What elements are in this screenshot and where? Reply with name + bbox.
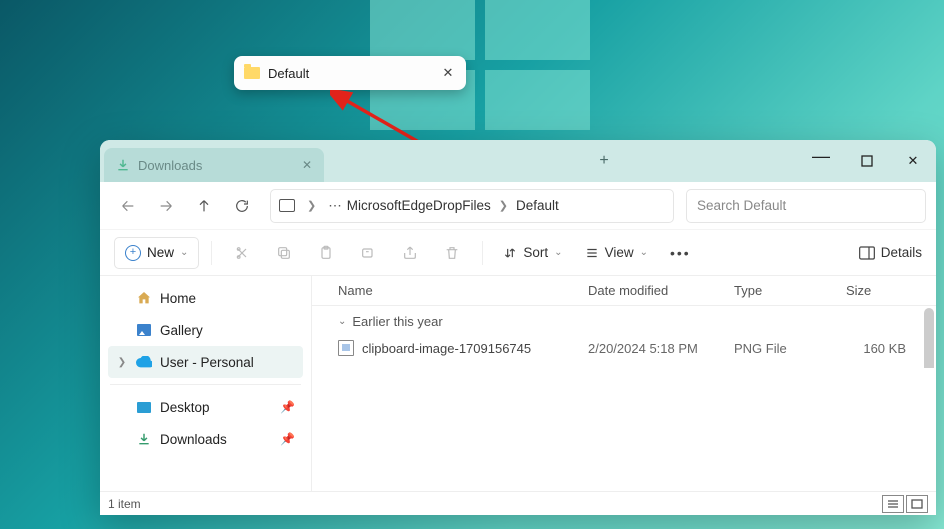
copy-button[interactable] (266, 237, 302, 269)
desktop-icon (136, 399, 152, 415)
file-list: Name Date modified Type Size ⌄ Earlier t… (312, 276, 936, 491)
share-button[interactable] (392, 237, 428, 269)
col-date[interactable]: Date modified (588, 283, 734, 298)
nav-home[interactable]: Home (108, 282, 303, 314)
col-type[interactable]: Type (734, 283, 846, 298)
sort-button[interactable]: Sort ⌄ (495, 237, 570, 269)
nav-downloads[interactable]: Downloads 📌 (108, 423, 303, 455)
chevron-down-icon: ⌄ (180, 247, 188, 258)
file-name: clipboard-image-1709156745 (362, 341, 531, 356)
new-button[interactable]: + New ⌄ (114, 237, 199, 269)
overflow-ellipsis[interactable]: ⋯ (328, 198, 343, 214)
group-header[interactable]: ⌄ Earlier this year (312, 306, 936, 333)
breadcrumb-seg[interactable]: MicrosoftEdgeDropFiles (347, 198, 491, 213)
nav-gallery[interactable]: Gallery (108, 314, 303, 346)
thumbnails-view-button[interactable] (906, 495, 928, 513)
paste-button[interactable] (308, 237, 344, 269)
minimize-button[interactable]: — (798, 140, 844, 177)
pin-icon[interactable]: 📌 (280, 432, 295, 446)
sort-icon (503, 246, 517, 260)
onedrive-icon (136, 354, 152, 370)
pin-icon[interactable]: 📌 (280, 400, 295, 414)
address-bar: ❯ ⋯ MicrosoftEdgeDropFiles ❯ Default Sea… (100, 182, 936, 230)
details-pane-button[interactable]: Details (859, 245, 922, 260)
maximize-button[interactable] (844, 140, 890, 182)
chevron-right-icon: ❯ (116, 357, 128, 368)
nav-user-personal[interactable]: ❯ User - Personal (108, 346, 303, 378)
close-button[interactable]: ✕ (890, 140, 936, 182)
view-button[interactable]: View ⌄ (577, 237, 656, 269)
chevron-right-icon: ❯ (499, 199, 508, 212)
back-button[interactable] (110, 188, 146, 224)
pc-icon (279, 199, 295, 212)
folder-icon (244, 67, 260, 79)
search-placeholder: Search Default (697, 198, 786, 213)
close-icon[interactable]: ✕ (440, 65, 456, 81)
item-count: 1 item (108, 497, 141, 511)
breadcrumb-seg[interactable]: Default (516, 198, 559, 213)
status-bar: 1 item (100, 491, 936, 515)
gallery-icon (136, 322, 152, 338)
col-size[interactable]: Size (846, 283, 936, 298)
home-icon (136, 290, 152, 306)
new-tab-button[interactable]: + (584, 140, 624, 182)
list-icon (585, 246, 599, 260)
toolbar: + New ⌄ Sort ⌄ View ⌄ ••• Details (100, 230, 936, 276)
delete-button[interactable] (434, 237, 470, 269)
chevron-down-icon: ⌄ (338, 316, 346, 327)
rename-button[interactable] (350, 237, 386, 269)
nav-desktop[interactable]: Desktop 📌 (108, 391, 303, 423)
column-headers[interactable]: Name Date modified Type Size (312, 276, 936, 306)
up-button[interactable] (186, 188, 222, 224)
file-row[interactable]: clipboard-image-1709156745 2/20/2024 5:1… (312, 333, 936, 363)
chevron-right-icon: ❯ (307, 199, 316, 212)
forward-button[interactable] (148, 188, 184, 224)
file-date: 2/20/2024 5:18 PM (588, 341, 734, 356)
more-button[interactable]: ••• (662, 245, 699, 261)
tab-downloads[interactable]: Downloads ✕ (104, 148, 324, 182)
dragged-tab-label: Default (268, 66, 309, 81)
refresh-button[interactable] (224, 188, 260, 224)
tab-label: Downloads (138, 158, 202, 173)
dragged-tab[interactable]: Default ✕ (234, 56, 466, 90)
details-icon (859, 246, 875, 260)
navigation-pane: Home Gallery ❯ User - Personal Desktop 📌 (100, 276, 312, 491)
close-icon[interactable]: ✕ (302, 158, 312, 172)
search-input[interactable]: Search Default (686, 189, 926, 223)
details-view-button[interactable] (882, 495, 904, 513)
file-type: PNG File (734, 341, 846, 356)
download-icon (136, 431, 152, 447)
titlebar: Downloads ✕ + — ✕ (100, 140, 936, 182)
breadcrumb[interactable]: ❯ ⋯ MicrosoftEdgeDropFiles ❯ Default (270, 189, 674, 223)
cut-button[interactable] (224, 237, 260, 269)
file-size: 160 KB (846, 341, 936, 356)
image-file-icon (338, 340, 354, 356)
file-explorer-window: Downloads ✕ + — ✕ ❯ ⋯ Micr (100, 140, 936, 515)
chevron-down-icon: ⌄ (640, 247, 648, 258)
download-icon (116, 158, 130, 172)
plus-icon: + (125, 245, 141, 261)
col-name[interactable]: Name (338, 283, 588, 298)
chevron-down-icon: ⌄ (554, 247, 562, 258)
